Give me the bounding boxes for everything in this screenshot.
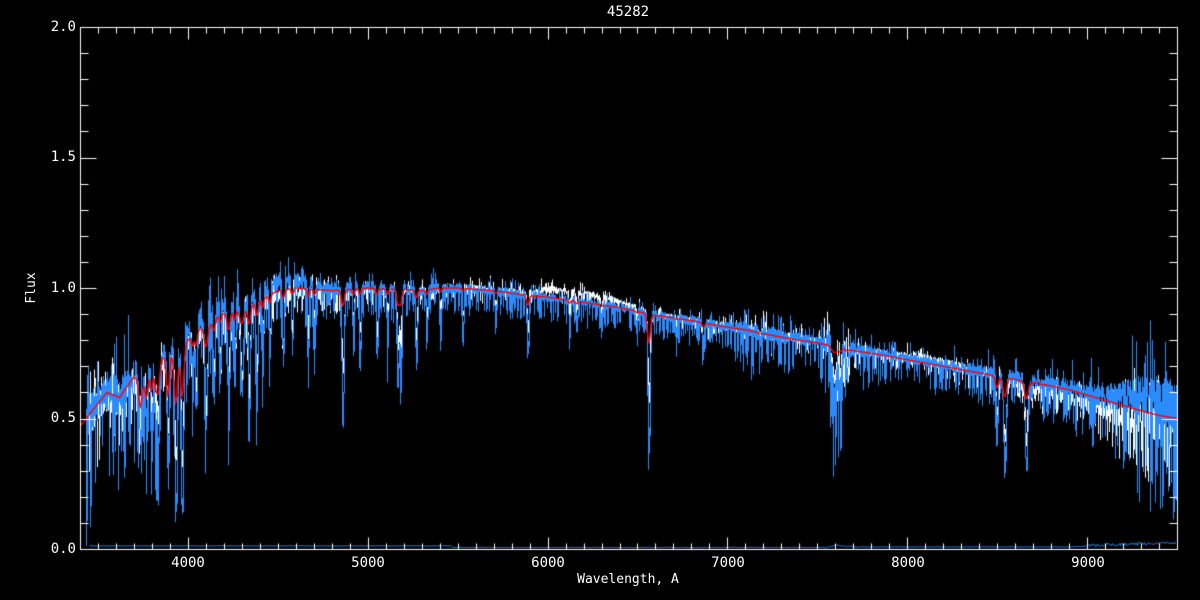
x-tick-label-4000: 4000 [171,555,205,571]
y-tick-label-2.0: 2.0 [50,19,76,35]
y-tick-label-1.5: 1.5 [50,149,76,165]
x-tick-label-8000: 8000 [891,555,925,571]
spectrum-plot-canvas [0,0,1200,600]
y-tick-label-0.0: 0.0 [50,541,76,557]
x-tick-label-9000: 9000 [1071,555,1105,571]
x-tick-label-7000: 7000 [711,555,745,571]
y-tick-label-0.5: 0.5 [50,410,76,426]
x-tick-label-6000: 6000 [531,555,565,571]
spectrum-plot-window: 45282 2.0 1.5 1.0 0.5 0.0 4000 5000 6000… [0,0,1200,600]
y-axis-title: Flux [24,272,39,304]
x-axis-title: Wavelength, A [577,572,679,587]
plot-title: 45282 [606,4,650,20]
x-tick-label-5000: 5000 [351,555,385,571]
